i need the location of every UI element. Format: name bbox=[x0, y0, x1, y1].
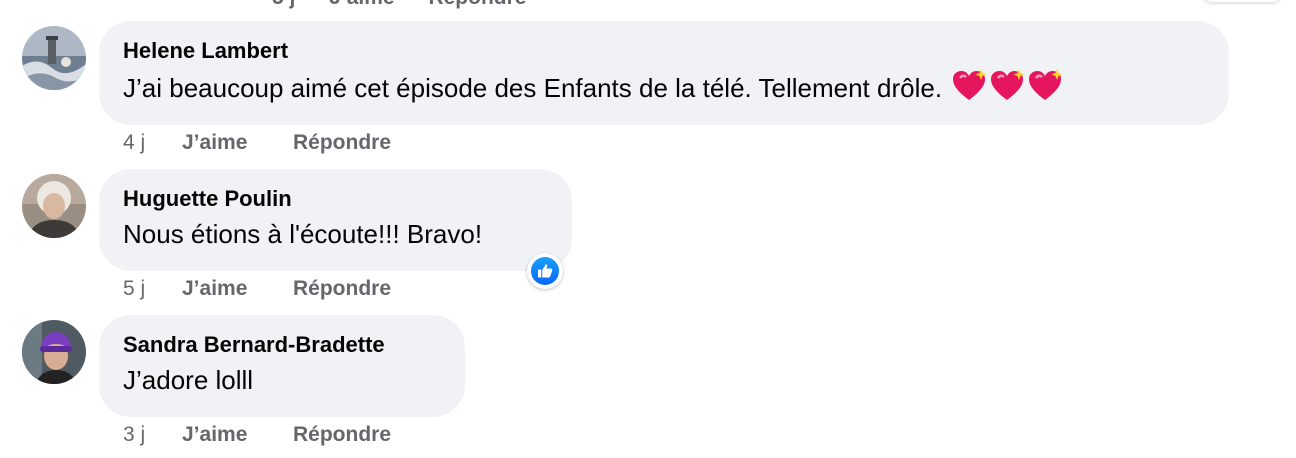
partial-card bbox=[1202, 0, 1282, 2]
comment-author[interactable]: Sandra Bernard-Bradette bbox=[123, 331, 441, 359]
avatar[interactable] bbox=[22, 26, 86, 90]
comment-actions: 3 j J’aime Répondre bbox=[123, 423, 391, 447]
comment-time[interactable]: 4 j bbox=[123, 131, 182, 155]
sparkling-heart-icon bbox=[989, 69, 1025, 111]
comment-time[interactable]: 3 j bbox=[123, 423, 182, 447]
comment-time: 5 j bbox=[272, 0, 295, 9]
comment-author[interactable]: Huguette Poulin bbox=[123, 185, 548, 213]
comment-actions: 4 j J’aime Répondre bbox=[123, 131, 391, 155]
comment-bubble: Sandra Bernard-Bradette J’adore lolll bbox=[99, 315, 465, 417]
like-reaction-badge[interactable] bbox=[527, 253, 563, 289]
comment-bubble: Huguette Poulin Nous étions à l'écoute!!… bbox=[99, 169, 572, 271]
reply-button[interactable]: Répondre bbox=[293, 277, 391, 301]
sparkling-heart-icon bbox=[1027, 69, 1063, 111]
comment-actions: 5 j J’aime Répondre bbox=[123, 277, 391, 301]
previous-comment-actions: 5 j J’aime Répondre bbox=[272, 0, 554, 10]
comment-time[interactable]: 5 j bbox=[123, 277, 182, 301]
avatar[interactable] bbox=[22, 320, 86, 384]
avatar[interactable] bbox=[22, 174, 86, 238]
comment-text-content: J’ai beaucoup aimé cet épisode des Enfan… bbox=[123, 72, 943, 103]
comment-author[interactable]: Helene Lambert bbox=[123, 37, 1205, 65]
like-button[interactable]: J’aime bbox=[182, 423, 293, 447]
like-button[interactable]: J’aime bbox=[182, 277, 293, 301]
like-button[interactable]: J’aime bbox=[329, 0, 394, 9]
comment-text: J’adore lolll bbox=[123, 365, 254, 395]
like-button[interactable]: J’aime bbox=[182, 131, 293, 155]
reply-button[interactable]: Répondre bbox=[428, 0, 526, 9]
reply-button[interactable]: Répondre bbox=[293, 131, 391, 155]
sparkling-heart-icon bbox=[951, 69, 987, 111]
comment-text: J’ai beaucoup aimé cet épisode des Enfan… bbox=[123, 69, 1205, 111]
comment-bubble: Helene Lambert J’ai beaucoup aimé cet ép… bbox=[99, 21, 1229, 125]
comment-text: Nous étions à l'écoute!!! Bravo! bbox=[123, 219, 483, 249]
reply-button[interactable]: Répondre bbox=[293, 423, 391, 447]
